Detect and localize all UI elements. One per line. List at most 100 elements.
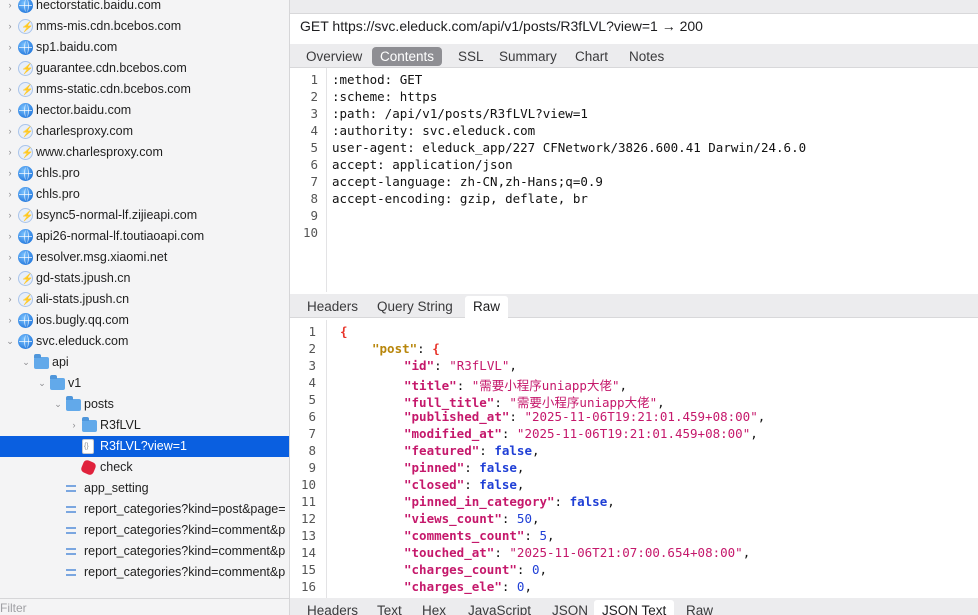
tree-row[interactable]: ⌄ v1: [0, 373, 289, 394]
chevron-right-icon[interactable]: ›: [4, 205, 16, 226]
tab-overview[interactable]: Overview: [298, 47, 370, 66]
host-tree: › hectorstatic.baidu.com › mms-mis.cdn.bceb…: [0, 0, 289, 583]
tab-notes[interactable]: Notes: [621, 47, 672, 66]
tree-row[interactable]: app_setting: [0, 478, 289, 499]
tree-row[interactable]: › hectorstatic.baidu.com: [0, 0, 289, 16]
resp-subtab-javascript[interactable]: JavaScript: [460, 601, 539, 615]
tree-row-label: hector.baidu.com: [36, 103, 132, 117]
tree-row[interactable]: › guarantee.cdn.bcebos.com: [0, 58, 289, 79]
chevron-right-icon[interactable]: ›: [4, 310, 16, 331]
chevron-right-icon[interactable]: [52, 520, 64, 541]
tree-row[interactable]: › mms-static.cdn.bcebos.com: [0, 79, 289, 100]
globe-icon: [18, 334, 33, 349]
tree-row[interactable]: check: [0, 457, 289, 478]
chevron-down-icon[interactable]: ⌄: [4, 331, 16, 352]
line-number: 14: [300, 545, 316, 560]
tree-row[interactable]: › R3fLVL: [0, 415, 289, 436]
tree-row[interactable]: ⌄ svc.eleduck.com: [0, 331, 289, 352]
resp-subtab-json[interactable]: JSON: [544, 601, 596, 615]
line-number: 7: [308, 426, 316, 441]
chevron-right-icon[interactable]: ›: [4, 226, 16, 247]
chevron-right-icon[interactable]: ›: [4, 121, 16, 142]
tree-row[interactable]: report_categories?kind=comment&p: [0, 562, 289, 583]
json-key: ": [404, 426, 412, 441]
tree-row[interactable]: › sp1.baidu.com: [0, 37, 289, 58]
chevron-right-icon[interactable]: [68, 457, 80, 478]
tab-chart[interactable]: Chart: [567, 47, 616, 66]
chevron-right-icon[interactable]: ›: [4, 163, 16, 184]
json-string: ": [524, 409, 532, 424]
tree-row[interactable]: › resolver.msg.xiaomi.net: [0, 247, 289, 268]
filter-input[interactable]: Filter: [0, 601, 27, 615]
chevron-right-icon[interactable]: ›: [4, 16, 16, 37]
json-string: ": [509, 395, 517, 410]
chevron-right-icon[interactable]: [52, 562, 64, 583]
resp-subtab-raw[interactable]: Raw: [678, 601, 721, 615]
tab-summary[interactable]: Summary: [491, 47, 565, 66]
tree-row[interactable]: ⌄ api: [0, 352, 289, 373]
json-key-text: touched_at: [411, 545, 487, 560]
json-line: "comments_count": 5,: [404, 528, 555, 543]
subtab-headers[interactable]: Headers: [299, 297, 366, 316]
tree-row-label: v1: [68, 376, 82, 390]
chevron-right-icon[interactable]: ›: [4, 289, 16, 310]
json-key: ": [404, 443, 412, 458]
chevron-right-icon[interactable]: ›: [4, 247, 16, 268]
tab-ssl[interactable]: SSL: [450, 47, 492, 66]
chevron-right-icon[interactable]: ›: [4, 268, 16, 289]
subtab-query-string[interactable]: Query String: [369, 297, 461, 316]
tree-row[interactable]: › api26-normal-lf.toutiaoapi.com: [0, 226, 289, 247]
json-line: "pinned": false,: [404, 460, 524, 475]
chevron-right-icon[interactable]: ›: [4, 100, 16, 121]
header-line: :scheme: https: [332, 89, 438, 104]
chevron-right-icon[interactable]: [52, 478, 64, 499]
subtab-raw[interactable]: Raw: [465, 296, 509, 318]
stop-icon: [80, 459, 97, 476]
filter-bar[interactable]: Filter: [0, 598, 289, 615]
tree-row[interactable]: report_categories?kind=post&page=: [0, 499, 289, 520]
doc-icon: [82, 436, 94, 457]
tree-row[interactable]: › charlesproxy.com: [0, 121, 289, 142]
resp-subtab-json-text[interactable]: JSON Text: [594, 600, 675, 615]
json-line: "views_count": 50,: [404, 511, 540, 526]
tree-row[interactable]: › mms-mis.cdn.bcebos.com: [0, 16, 289, 37]
tree-row[interactable]: › hector.baidu.com: [0, 100, 289, 121]
chevron-right-icon[interactable]: ›: [4, 58, 16, 79]
chevron-down-icon[interactable]: ⌄: [20, 352, 32, 373]
json-key: ": [404, 477, 412, 492]
chevron-right-icon[interactable]: [68, 436, 80, 457]
chevron-right-icon[interactable]: [52, 541, 64, 562]
json-colon: :: [524, 528, 540, 543]
json-number: 5: [539, 528, 548, 543]
json-line: "closed": false,: [404, 477, 524, 492]
chevron-right-icon[interactable]: ›: [4, 37, 16, 58]
tree-row[interactable]: › ali-stats.jpush.cn: [0, 289, 289, 310]
tree-row[interactable]: › chls.pro: [0, 184, 289, 205]
tree-row[interactable]: report_categories?kind=comment&p: [0, 541, 289, 562]
chevron-right-icon[interactable]: [52, 499, 64, 520]
tree-row-label: svc.eleduck.com: [36, 334, 129, 348]
tree-row[interactable]: › bsync5-normal-lf.zijieapi.com: [0, 205, 289, 226]
tree-row[interactable]: report_categories?kind=comment&p: [0, 520, 289, 541]
resp-subtab-headers[interactable]: Headers: [299, 601, 366, 615]
chevron-right-icon[interactable]: ›: [4, 79, 16, 100]
globe-icon: [18, 0, 33, 13]
tree-row[interactable]: R3fLVL?view=1: [0, 436, 289, 457]
resp-subtab-hex[interactable]: Hex: [414, 601, 454, 615]
chevron-right-icon[interactable]: ›: [68, 415, 80, 436]
chevron-down-icon[interactable]: ⌄: [52, 394, 64, 415]
tree-row[interactable]: ⌄ posts: [0, 394, 289, 415]
chevron-down-icon[interactable]: ⌄: [36, 373, 48, 394]
tree-row[interactable]: › ios.bugly.qq.com: [0, 310, 289, 331]
chevron-right-icon[interactable]: ›: [4, 0, 16, 16]
json-key: ": [404, 494, 412, 509]
tab-contents[interactable]: Contents: [372, 47, 443, 66]
tree-row[interactable]: › chls.pro: [0, 163, 289, 184]
tree-row[interactable]: › gd-stats.jpush.cn: [0, 268, 289, 289]
chevron-right-icon[interactable]: ›: [4, 142, 16, 163]
chevron-right-icon[interactable]: ›: [4, 184, 16, 205]
tree-row[interactable]: › www.charlesproxy.com: [0, 142, 289, 163]
json-boolean: false: [494, 443, 532, 458]
resp-subtab-text[interactable]: Text: [369, 601, 410, 615]
tree-row-label: report_categories?kind=comment&p: [84, 523, 286, 537]
